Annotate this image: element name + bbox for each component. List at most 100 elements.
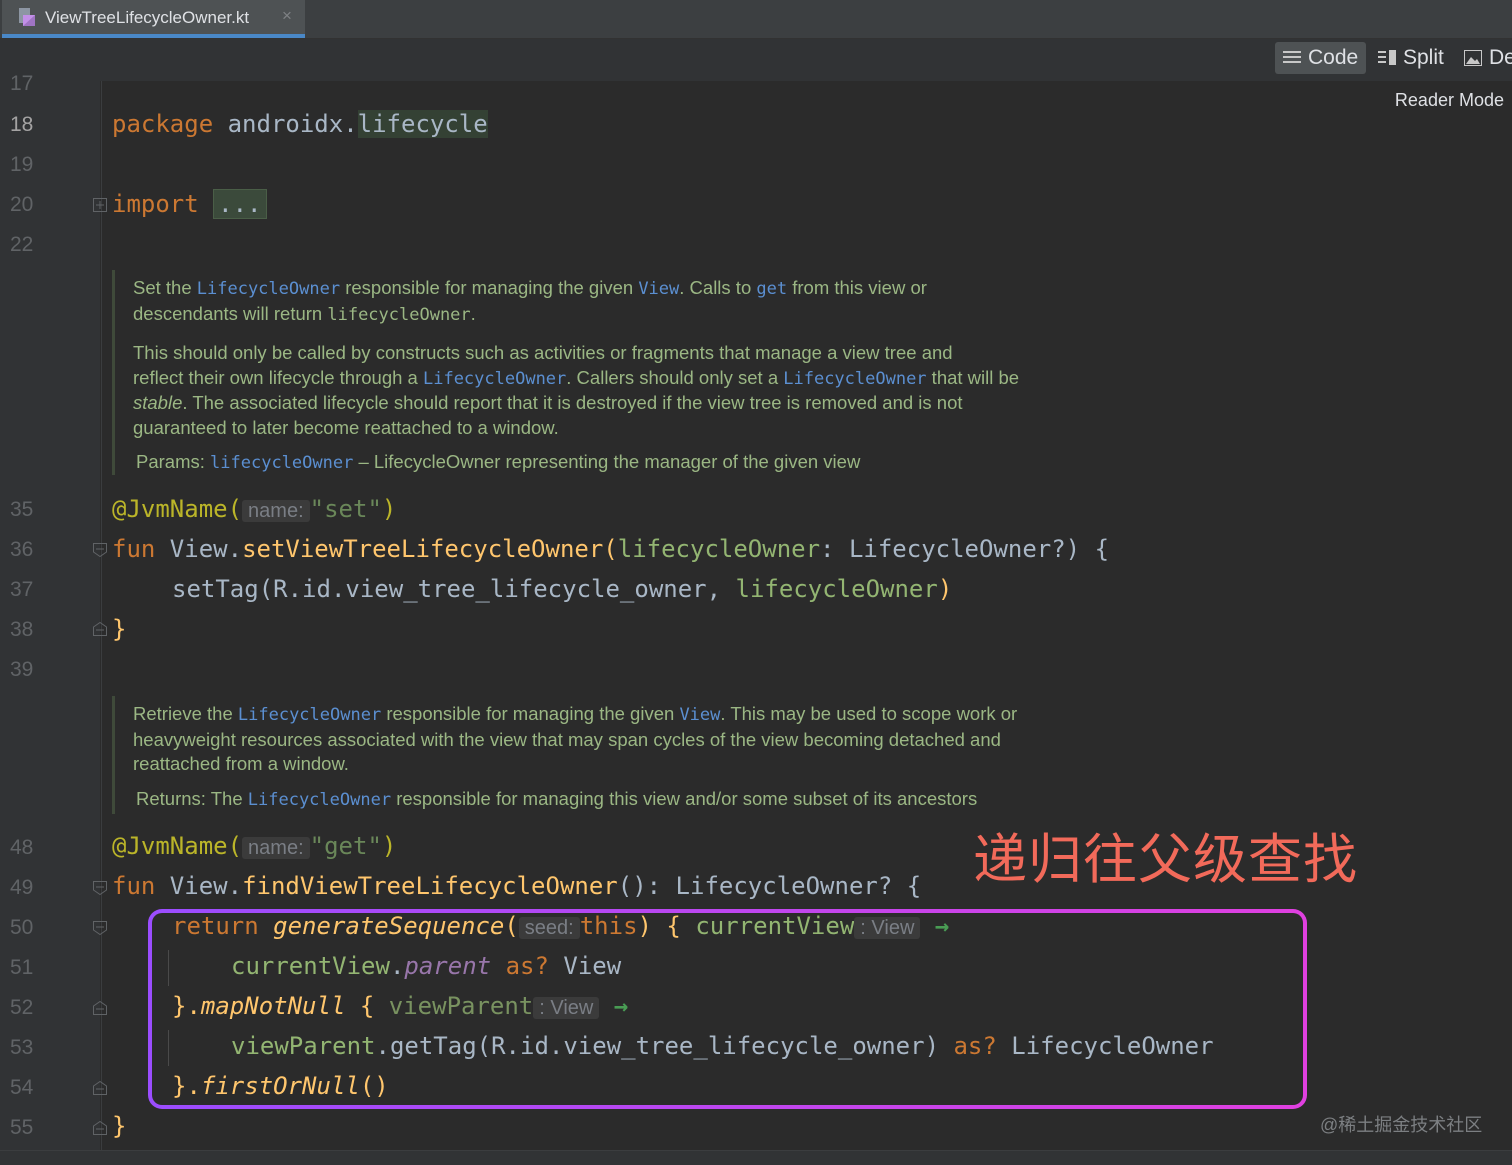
code-line-38[interactable]: }	[112, 615, 126, 643]
parameter-hint: seed:	[518, 917, 580, 939]
editor-mode-bar: Code Split De	[0, 39, 1512, 81]
fold-expand-icon[interactable]	[93, 198, 107, 212]
annotation: @JvmName(	[112, 495, 243, 523]
doc-params-label: Params:	[136, 451, 211, 472]
folded-imports[interactable]: ...	[213, 189, 267, 219]
lambda-parameter: viewParent	[231, 1032, 376, 1060]
function-name: setViewTreeLifecycleOwner	[242, 535, 604, 563]
doc-link[interactable]: get	[756, 279, 787, 299]
fold-end-icon[interactable]	[93, 622, 107, 636]
doc-text: The	[210, 787, 248, 809]
fold-end-icon[interactable]	[93, 1001, 107, 1015]
code-line-49[interactable]: fun View.findViewTreeLifecycleOwner(): L…	[112, 872, 921, 900]
call-expression: setTag(R.id.view_tree_lifecycle_owner,	[172, 575, 736, 603]
annotation-label: 递归往父级查找	[973, 828, 1358, 891]
lambda-parameter: viewParent	[388, 992, 534, 1020]
doc-link[interactable]: LifecycleOwner	[197, 279, 340, 299]
doc-params: Params: lifecycleOwner – LifecycleOwner …	[133, 450, 1019, 476]
keyword-this: this	[579, 912, 638, 940]
code-mode-button[interactable]: Code	[1275, 42, 1367, 74]
tab-filename: ViewTreeLifecycleOwner.kt	[45, 8, 250, 27]
design-mode-button[interactable]: De	[1456, 42, 1512, 74]
code-line-37[interactable]: setTag(R.id.view_tree_lifecycle_owner, l…	[172, 575, 952, 603]
doc-link[interactable]: View	[679, 705, 720, 725]
doc-text: descendants will return	[133, 302, 328, 324]
doc-line: reflect their own lifecycle through a Li…	[133, 366, 1019, 392]
line-number: 54	[10, 1076, 34, 1099]
lambda-parameter: currentView	[231, 952, 390, 980]
editor-tab-bar: ViewTreeLifecycleOwner.kt ×	[0, 0, 1512, 39]
line-number: 36	[10, 538, 34, 561]
code-line-35[interactable]: @JvmName(name: "set")	[112, 495, 396, 523]
keyword: return	[172, 912, 259, 940]
doc-link[interactable]: lifecycleOwner	[210, 453, 353, 473]
doc-text: from this view or	[787, 277, 927, 298]
doc-comment-set: Set the LifecycleOwner responsible for m…	[133, 276, 1019, 476]
split-mode-button[interactable]: Split	[1370, 42, 1452, 74]
lines-icon	[1283, 51, 1301, 63]
dot: .	[389, 952, 405, 980]
doc-link[interactable]: LifecycleOwner	[238, 705, 381, 725]
code-line-55[interactable]: }	[112, 1112, 126, 1140]
line-number: 17	[10, 72, 34, 95]
type-hint: : View	[533, 997, 600, 1019]
reader-mode-toggle[interactable]: Reader Mode	[1395, 90, 1504, 111]
parameter: lifecycleOwner	[735, 575, 938, 603]
fold-end-icon[interactable]	[93, 1081, 107, 1095]
doc-text: .	[470, 302, 476, 324]
code-line-51[interactable]: currentView.parent as? View	[231, 952, 621, 980]
close-tab-icon[interactable]: ×	[282, 6, 292, 26]
line-number: 51	[10, 956, 34, 979]
doc-line: descendants will return lifecycleOwner.	[133, 302, 1019, 328]
code-line-54[interactable]: }.firstOrNull()	[172, 1072, 389, 1100]
indent-guide	[168, 1030, 169, 1066]
code-line-50[interactable]: return generateSequence(seed: this) { cur…	[172, 912, 949, 940]
doc-text: reflect their own lifecycle through a	[133, 366, 423, 388]
fold-collapse-icon[interactable]	[93, 881, 107, 895]
status-strip	[0, 1150, 1512, 1165]
split-icon	[1378, 50, 1396, 65]
editor-tab[interactable]: ViewTreeLifecycleOwner.kt ×	[2, 0, 305, 38]
string-literal: "get"	[309, 832, 382, 860]
split-mode-label: Split	[1403, 46, 1444, 69]
design-mode-label: De	[1489, 46, 1512, 69]
code-line-18[interactable]: package androidx.lifecycle	[112, 110, 488, 138]
doc-link[interactable]: LifecycleOwner	[423, 369, 566, 389]
paren: (	[603, 535, 618, 563]
doc-text: . This may be used to scope work or	[720, 703, 1018, 724]
doc-line: heavyweight resources associated with th…	[133, 728, 1001, 750]
signature-rest: : LifecycleOwner?) {	[820, 535, 1110, 563]
fold-collapse-icon[interactable]	[93, 543, 107, 557]
line-number: 55	[10, 1116, 34, 1139]
code-line-52[interactable]: }.mapNotNull { viewParent: View →	[172, 992, 628, 1020]
lambda-parameter: currentView	[695, 912, 855, 940]
receiver: View.	[155, 535, 243, 563]
doc-comment-get: Retrieve the LifecycleOwner responsible …	[133, 702, 1017, 812]
function-name: mapNotNull	[200, 992, 346, 1020]
paren: (	[504, 912, 519, 940]
doc-text: . Callers should only set a	[566, 366, 784, 388]
doc-text: that will be	[926, 366, 1020, 388]
brace: }	[112, 615, 127, 643]
doc-link[interactable]: LifecycleOwner	[248, 790, 391, 810]
code-line-36[interactable]: fun View.setViewTreeLifecycleOwner(lifec…	[112, 535, 1109, 563]
line-number: 52	[10, 996, 34, 1019]
doc-text: responsible for managing this view and/o…	[391, 787, 978, 809]
string-literal: "set"	[309, 495, 382, 523]
call-expression: .getTag(R.id.view_tree_lifecycle_owner)	[375, 1032, 954, 1060]
code-line-48[interactable]: @JvmName(name: "get")	[112, 832, 396, 860]
code-line-53[interactable]: viewParent.getTag(R.id.view_tree_lifecyc…	[231, 1032, 1214, 1060]
fold-end-icon[interactable]	[93, 1121, 107, 1135]
code-line-20[interactable]: import ...	[112, 189, 267, 219]
function-name: firstOrNull	[200, 1072, 360, 1100]
function-name: generateSequence	[273, 912, 505, 940]
kotlin-file-icon	[19, 8, 35, 26]
line-number: 37	[10, 578, 34, 601]
watermark: @稀土掘金技术社区	[1320, 1115, 1483, 1135]
fold-collapse-icon[interactable]	[93, 921, 107, 935]
doc-link[interactable]: View	[638, 279, 679, 299]
keyword: package	[112, 110, 214, 138]
line-number: 18	[10, 113, 34, 136]
line-number: 39	[10, 658, 34, 681]
doc-link[interactable]: LifecycleOwner	[783, 369, 926, 389]
